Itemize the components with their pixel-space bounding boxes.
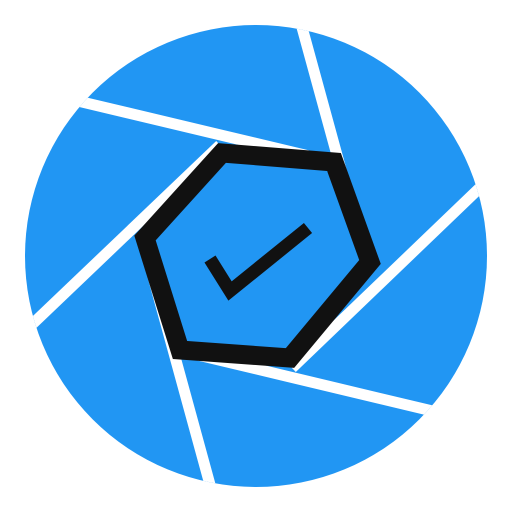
- aperture-logo-icon: [25, 25, 487, 487]
- logo-canvas: [0, 0, 512, 512]
